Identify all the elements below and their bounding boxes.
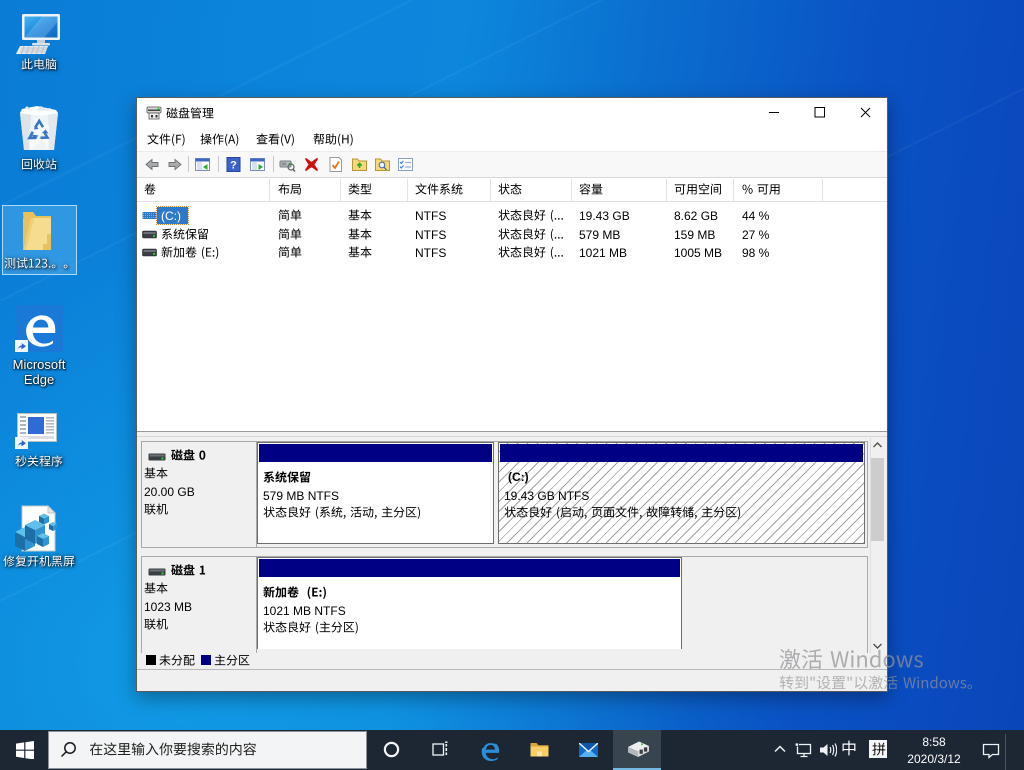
- svg-text:?: ?: [230, 160, 237, 172]
